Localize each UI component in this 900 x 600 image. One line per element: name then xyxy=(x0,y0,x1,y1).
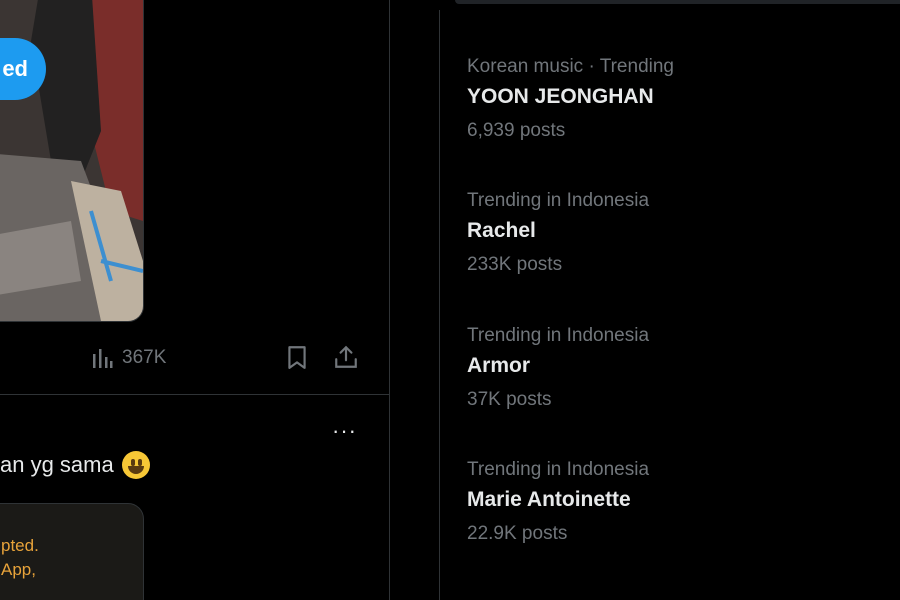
card-line: App, xyxy=(1,560,36,579)
trend-topic: Armor xyxy=(467,354,531,377)
trend-item[interactable]: Trending in Indonesia Marie Antoinette 2… xyxy=(467,456,867,548)
trend-context: Trending in Indonesia xyxy=(467,190,650,211)
trend-context: Korean music · Trending xyxy=(467,56,674,77)
views-icon xyxy=(93,349,113,368)
trend-item[interactable]: Trending in Indonesia Rachel 233K posts xyxy=(467,187,867,279)
trend-item[interactable]: Korean music · Trending YOON JEONGHAN 6,… xyxy=(467,53,867,145)
search-box-edge[interactable] xyxy=(455,0,900,4)
smiley-emoji xyxy=(121,451,150,479)
trend-topic: Marie Antoinette xyxy=(467,488,631,511)
trend-post-count: 37K posts xyxy=(467,389,552,410)
trend-post-count: 233K posts xyxy=(467,254,563,275)
tweet-body: an yg sama xyxy=(0,452,114,477)
sidebar-divider xyxy=(439,10,440,600)
trend-post-count: 6,939 posts xyxy=(467,120,566,141)
share-icon[interactable] xyxy=(333,344,359,370)
tweet-text: an yg sama xyxy=(0,451,150,479)
timeline-column: ed 367K ··· an yg sama pted. App, xyxy=(0,0,390,600)
trend-context: Trending in Indonesia xyxy=(467,325,650,346)
trend-topic: Rachel xyxy=(467,219,536,242)
views-button[interactable]: 367K xyxy=(90,346,166,370)
tweet-actions-bar: 367K xyxy=(0,338,389,382)
card-line: pted. xyxy=(1,536,39,555)
tweet-embedded-card[interactable]: pted. App, xyxy=(0,503,144,600)
more-icon[interactable]: ··· xyxy=(332,418,357,444)
trend-topic: YOON JEONGHAN xyxy=(467,85,654,108)
views-count: 367K xyxy=(122,347,167,368)
card-text: pted. App, xyxy=(1,534,39,582)
bookmark-icon[interactable] xyxy=(284,344,310,370)
trend-item[interactable]: Trending in Indonesia Armor 37K posts xyxy=(467,322,867,414)
trend-post-count: 22.9K posts xyxy=(467,523,568,544)
trend-context: Trending in Indonesia xyxy=(467,459,650,480)
tweet-divider xyxy=(0,394,389,395)
